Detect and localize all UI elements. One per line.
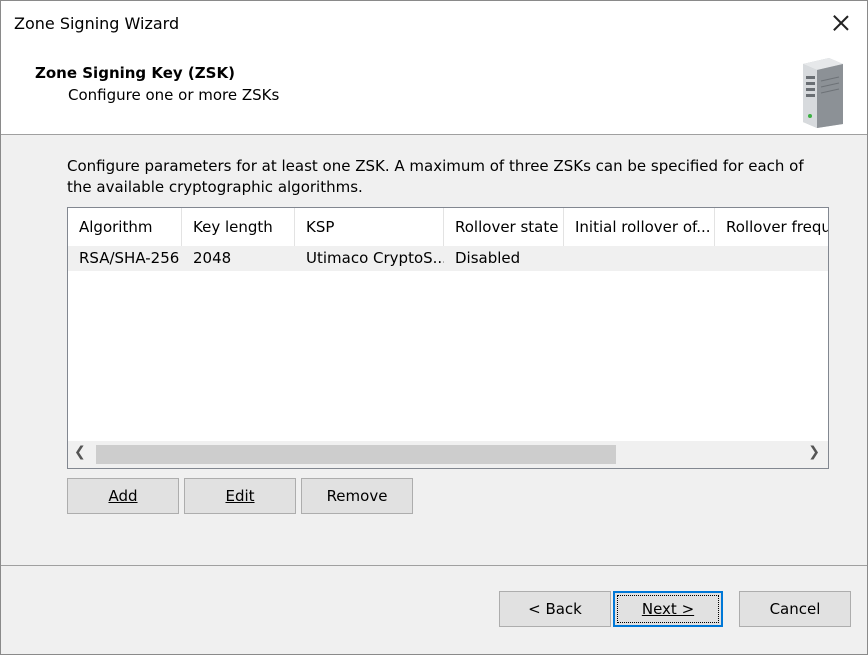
- add-button-label: Add: [108, 487, 138, 505]
- cancel-button-label: Cancel: [769, 600, 821, 618]
- column-header-initial-rollover[interactable]: Initial rollover of...: [564, 208, 715, 246]
- title-bar: Zone Signing Wizard: [1, 1, 867, 46]
- horizontal-scrollbar[interactable]: ❮ ❯: [68, 441, 828, 468]
- wizard-footer: < Back Next > Cancel: [1, 566, 867, 654]
- scrollbar-thumb[interactable]: [96, 445, 616, 464]
- edit-button-label: Edit: [225, 487, 255, 505]
- cell-key-length: 2048: [193, 249, 232, 267]
- remove-button-label: Remove: [326, 487, 388, 505]
- zsk-list[interactable]: Algorithm Key length KSP Rollover state …: [67, 207, 829, 469]
- column-header-rollover-state[interactable]: Rollover state: [444, 208, 564, 246]
- edit-button[interactable]: Edit: [184, 478, 296, 514]
- column-header-algorithm[interactable]: Algorithm: [68, 208, 182, 246]
- column-header-key-length[interactable]: Key length: [182, 208, 295, 246]
- wizard-window: Zone Signing Wizard Zone Signing Key (ZS…: [0, 0, 868, 655]
- page-title: Zone Signing Key (ZSK): [35, 64, 235, 82]
- list-header: Algorithm Key length KSP Rollover state …: [68, 208, 828, 246]
- wizard-content: Configure parameters for at least one ZS…: [1, 135, 867, 566]
- description-text: Configure parameters for at least one ZS…: [67, 157, 804, 196]
- scroll-left-icon[interactable]: ❮: [74, 444, 86, 460]
- cancel-button[interactable]: Cancel: [739, 591, 851, 627]
- table-row[interactable]: RSA/SHA-256 2048 Utimaco CryptoS... Disa…: [68, 246, 828, 271]
- back-button-label: < Back: [528, 600, 582, 618]
- remove-button[interactable]: Remove: [301, 478, 413, 514]
- add-button[interactable]: Add: [67, 478, 179, 514]
- back-button[interactable]: < Back: [499, 591, 611, 627]
- window-title: Zone Signing Wizard: [14, 14, 180, 33]
- cell-initial-rollover: [564, 246, 715, 271]
- column-header-rollover-frequency[interactable]: Rollover frequ: [715, 208, 828, 246]
- page-subtitle: Configure one or more ZSKs: [68, 86, 280, 104]
- cell-rollover-state: Disabled: [455, 249, 521, 267]
- cell-ksp: Utimaco CryptoS...: [306, 249, 444, 267]
- server-tower-icon: [803, 58, 843, 128]
- wizard-header: Zone Signing Key (ZSK) Configure one or …: [1, 46, 867, 135]
- cell-algorithm: RSA/SHA-256: [79, 249, 180, 267]
- close-icon[interactable]: [825, 7, 857, 39]
- next-button[interactable]: Next >: [613, 591, 723, 627]
- cell-rollover-frequency: [715, 246, 828, 271]
- scroll-right-icon[interactable]: ❯: [808, 444, 820, 460]
- column-header-ksp[interactable]: KSP: [295, 208, 444, 246]
